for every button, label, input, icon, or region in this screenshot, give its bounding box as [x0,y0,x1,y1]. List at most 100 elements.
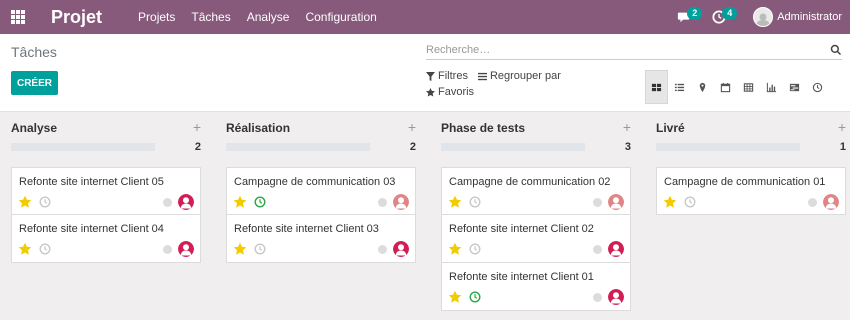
add-card-icon[interactable]: + [623,119,631,135]
kanban-state-dot[interactable] [808,198,817,207]
task-title[interactable]: Campagne de communication 02 [449,176,610,188]
priority-star-icon[interactable] [233,242,247,256]
clock-outline-icon [812,82,823,92]
kanban-state-dot[interactable] [163,245,172,254]
assignee-avatar[interactable] [393,241,409,257]
favorites-dropdown[interactable]: Favoris [426,86,474,98]
column-progress-bar[interactable] [656,143,800,151]
filters-dropdown[interactable]: Filtres [426,70,468,82]
task-title[interactable]: Refonte site internet Client 01 [449,271,594,283]
activity-clock-icon[interactable] [469,196,481,208]
column-progress-bar[interactable] [226,143,370,151]
column-count: 3 [624,141,631,153]
task-title[interactable]: Refonte site internet Client 03 [234,223,379,235]
filters-label: Filtres [438,70,468,82]
priority-star-icon[interactable] [233,195,247,209]
kanban-state-dot[interactable] [593,293,602,302]
breadcrumb: Tâches [11,44,57,60]
task-title[interactable]: Refonte site internet Client 02 [449,223,594,235]
user-menu[interactable]: Administrator [753,7,842,27]
kanban-state-dot[interactable] [163,198,172,207]
menu-item-projets[interactable]: Projets [138,10,175,24]
menu-item-configuration[interactable]: Configuration [305,10,376,24]
favorites-label: Favoris [438,86,475,98]
kanban-column: Analyse +2 Refonte site internet Client 05… [11,113,201,320]
graph-view-button[interactable] [760,70,783,104]
activity-clock-icon[interactable] [39,196,51,208]
assignee-avatar[interactable] [178,194,194,210]
kanban-state-dot[interactable] [593,245,602,254]
column-title: Phase de tests [441,121,526,135]
task-card[interactable]: Campagne de communication 03 [226,167,416,215]
task-title[interactable]: Campagne de communication 01 [664,176,825,188]
search-options: Filtres Regrouper par Favoris [426,70,571,102]
add-card-icon[interactable]: + [193,119,201,135]
gantt-view-button[interactable] [783,70,806,104]
assignee-avatar[interactable] [823,194,839,210]
add-card-icon[interactable]: + [838,119,846,135]
list-icon [674,83,685,91]
assignee-avatar[interactable] [178,241,194,257]
view-switcher [645,70,829,104]
activity-menu[interactable]: 4 [712,7,738,27]
activity-clock-icon[interactable] [469,243,481,255]
systray: 2 4 Administrator [677,7,842,27]
assignee-avatar[interactable] [608,241,624,257]
task-title[interactable]: Refonte site internet Client 04 [19,223,164,235]
task-card[interactable]: Refonte site internet Client 01 [441,263,631,311]
menu-item-analyse[interactable]: Analyse [247,10,290,24]
group-by-dropdown[interactable]: Regrouper par [477,70,561,82]
star-icon [426,87,435,97]
search-icon[interactable] [830,44,842,56]
column-count: 1 [839,141,846,153]
task-title[interactable]: Campagne de communication 03 [234,176,395,188]
apps-grid-icon[interactable] [11,10,25,24]
activity-view-button[interactable] [806,70,829,104]
list-view-button[interactable] [668,70,691,104]
activity-clock-icon[interactable] [39,243,51,255]
assignee-avatar[interactable] [393,194,409,210]
kanban-state-dot[interactable] [378,198,387,207]
pivot-view-button[interactable] [737,70,760,104]
kanban-view-button[interactable] [645,70,668,104]
menu-item-taches[interactable]: Tâches [191,10,230,24]
user-avatar [753,7,774,27]
task-card[interactable]: Refonte site internet Client 04 [11,215,201,263]
task-card[interactable]: Campagne de communication 01 [656,167,846,215]
column-progress-bar[interactable] [11,143,155,151]
priority-star-icon[interactable] [18,195,32,209]
activity-clock-icon[interactable] [254,243,266,255]
priority-star-icon[interactable] [448,195,462,209]
priority-star-icon[interactable] [663,195,677,209]
column-progress-bar[interactable] [441,143,585,151]
task-card[interactable]: Refonte site internet Client 05 [11,167,201,215]
messaging-menu[interactable]: 2 [677,7,703,27]
map-marker-icon [699,82,706,92]
map-view-button[interactable] [691,70,714,104]
create-button[interactable]: CRÉER [11,71,58,95]
kanban-state-dot[interactable] [378,245,387,254]
column-count: 2 [409,141,416,153]
add-card-icon[interactable]: + [408,119,416,135]
messages-badge: 2 [687,7,703,20]
user-name: Administrator [777,11,842,23]
priority-star-icon[interactable] [448,242,462,256]
activity-clock-icon[interactable] [254,196,266,208]
task-card[interactable]: Refonte site internet Client 02 [441,215,631,263]
calendar-view-button[interactable] [714,70,737,104]
search-input[interactable] [426,43,816,56]
task-title[interactable]: Refonte site internet Client 05 [19,176,164,188]
task-card[interactable]: Refonte site internet Client 03 [226,215,416,263]
activity-clock-icon[interactable] [684,196,696,208]
task-card[interactable]: Campagne de communication 02 [441,167,631,215]
assignee-avatar[interactable] [608,289,624,305]
assignee-avatar[interactable] [608,194,624,210]
activity-clock-icon[interactable] [469,291,481,303]
activities-badge: 4 [722,7,738,20]
priority-star-icon[interactable] [18,242,32,256]
priority-star-icon[interactable] [448,290,462,304]
bars-icon [477,72,487,80]
kanban-state-dot[interactable] [593,198,602,207]
gantt-icon [789,83,800,91]
bar-chart-icon [766,82,777,92]
